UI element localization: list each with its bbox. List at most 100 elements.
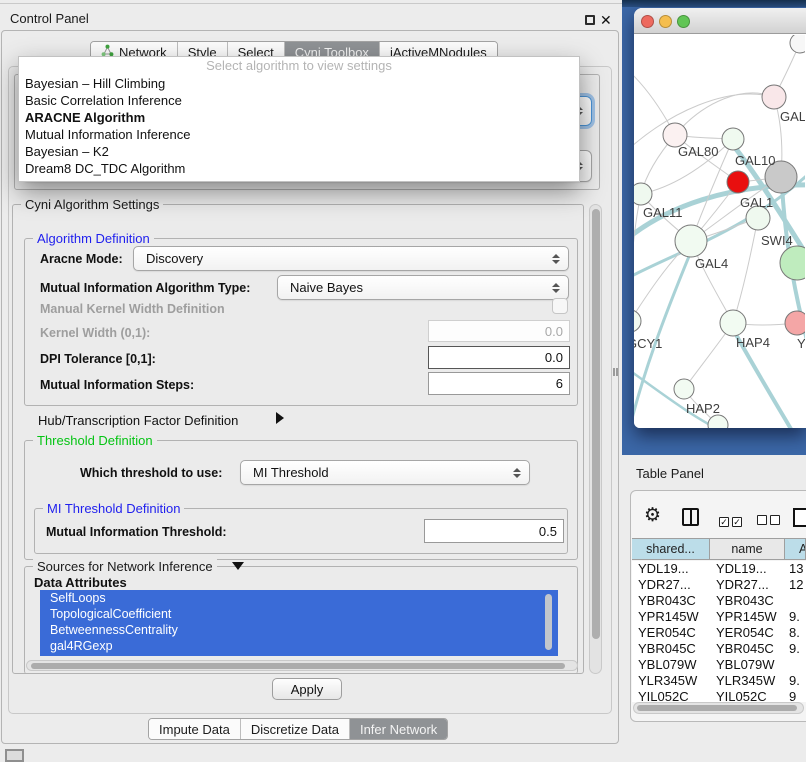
list-scrollbar-thumb[interactable] (545, 594, 552, 650)
column-header-name[interactable]: name (710, 539, 785, 559)
table-cell[interactable]: YIL052C (710, 689, 785, 702)
mi-algorithm-type-combobox[interactable]: Naive Bayes (277, 275, 569, 300)
table-row[interactable]: YBR045CYBR045C9. (632, 641, 806, 657)
data-attribute-item[interactable]: BetweennessCentrality (40, 622, 558, 638)
table-cell[interactable]: 9 (785, 689, 806, 702)
dock-panel-icon[interactable] (5, 749, 24, 762)
collapse-arrow-icon[interactable] (276, 412, 284, 424)
settings-horizontal-scrollbar[interactable] (26, 660, 578, 671)
table-cell[interactable]: 8. (785, 625, 806, 641)
data-attribute-item[interactable]: gal4RGexp (40, 638, 558, 654)
aracne-mode-combobox[interactable]: Discovery (133, 246, 569, 271)
close-icon[interactable]: ✕ (600, 13, 612, 27)
kernel-width-field[interactable]: 0.0 (428, 320, 570, 342)
table-cell[interactable]: YBR045C (632, 641, 710, 657)
window-titlebar[interactable] (634, 8, 806, 34)
table-row[interactable]: YLR345WYLR345W9. (632, 673, 806, 689)
network-node[interactable] (674, 379, 694, 399)
mi-steps-field[interactable]: 6 (428, 372, 570, 395)
settings-vertical-scrollbar[interactable] (589, 204, 602, 674)
table-cell[interactable]: YBL079W (710, 657, 785, 673)
tab-infer-network[interactable]: Infer Network (350, 719, 447, 739)
table-row[interactable]: YIL052CYIL052C9 (632, 689, 806, 702)
network-node[interactable] (727, 171, 749, 193)
table-cell[interactable]: 9. (785, 609, 806, 625)
table-cell[interactable]: YDL19... (710, 561, 785, 577)
network-node[interactable] (785, 311, 805, 335)
table-cell[interactable] (785, 657, 806, 673)
network-edge[interactable] (634, 194, 641, 321)
table-cell[interactable]: YIL052C (632, 689, 710, 702)
column-header-clipped[interactable]: A (785, 539, 806, 559)
unchecked-columns-icon[interactable] (757, 512, 783, 530)
expand-arrow-icon[interactable] (232, 562, 244, 570)
table-row[interactable]: YDR27...YDR27...12 (632, 577, 806, 593)
column-header-shared-name[interactable]: shared... (632, 539, 710, 559)
dpi-tolerance-field[interactable]: 0.0 (428, 346, 570, 369)
page-icon[interactable] (793, 508, 806, 527)
network-node[interactable] (790, 35, 805, 53)
data-attribute-item[interactable]: SelfLoops (40, 590, 558, 606)
table-row[interactable]: YBR043CYBR043C (632, 593, 806, 609)
network-node[interactable] (720, 310, 746, 336)
dropdown-item[interactable]: Mutual Information Inference (19, 126, 579, 143)
network-edge[interactable] (733, 218, 758, 323)
table-cell[interactable]: 13 (785, 561, 806, 577)
which-threshold-combobox[interactable]: MI Threshold (240, 460, 530, 485)
tab-impute-data[interactable]: Impute Data (149, 719, 241, 739)
table-row[interactable]: YPR145WYPR145W9. (632, 609, 806, 625)
table-cell[interactable]: YLR345W (632, 673, 710, 689)
dropdown-item[interactable]: Basic Correlation Inference (19, 92, 579, 109)
zoom-traffic-light[interactable] (677, 15, 690, 28)
manual-kernel-width-checkbox[interactable] (552, 298, 568, 314)
data-attribute-item[interactable]: TopologicalCoefficient (40, 606, 558, 622)
table-cell[interactable]: YPR145W (710, 609, 785, 625)
data-attributes-list[interactable]: SelfLoopsTopologicalCoefficientBetweenne… (40, 590, 558, 656)
apply-button[interactable]: Apply (272, 678, 342, 700)
network-node[interactable] (675, 225, 707, 257)
table-cell[interactable]: YDL19... (632, 561, 710, 577)
table-cell[interactable]: 9. (785, 673, 806, 689)
checked-columns-icon[interactable]: ✓✓ (719, 512, 745, 530)
table-cell[interactable]: YBR043C (710, 593, 785, 609)
table-cell[interactable] (785, 593, 806, 609)
table-cell[interactable]: YDR27... (632, 577, 710, 593)
scrollbar-thumb[interactable] (637, 705, 797, 711)
splitter-handle[interactable] (613, 368, 618, 376)
table-row[interactable]: YBL079WYBL079W (632, 657, 806, 673)
network-node[interactable] (780, 246, 805, 280)
gear-icon[interactable]: ⚙ (644, 506, 661, 526)
scrollbar-thumb[interactable] (31, 663, 565, 669)
table-row[interactable]: YDL19...YDL19...13 (632, 561, 806, 577)
network-node[interactable] (722, 128, 744, 150)
table-cell[interactable]: YBR045C (710, 641, 785, 657)
dropdown-item[interactable]: Dream8 DC_TDC Algorithm (19, 160, 579, 177)
table-cell[interactable]: YBL079W (632, 657, 710, 673)
float-window-icon[interactable] (585, 15, 595, 25)
network-canvas[interactable]: GALGAL80GAL10GAL1GAL11SWI4GAL4GCY1HAP4YH… (634, 35, 806, 428)
close-traffic-light[interactable] (641, 15, 654, 28)
network-node[interactable] (634, 183, 652, 205)
network-node[interactable] (762, 85, 786, 109)
table-row[interactable]: YER054CYER054C8. (632, 625, 806, 641)
table-cell[interactable]: YER054C (710, 625, 785, 641)
table-cell[interactable]: YDR27... (710, 577, 785, 593)
table-cell[interactable]: YPR145W (632, 609, 710, 625)
dropdown-item[interactable]: Bayesian – K2 (19, 143, 579, 160)
table-cell[interactable]: 12 (785, 577, 806, 593)
table-horizontal-scrollbar[interactable] (633, 702, 804, 714)
scrollbar-thumb[interactable] (592, 209, 600, 639)
network-view-window[interactable]: GALGAL80GAL10GAL1GAL11SWI4GAL4GCY1HAP4YH… (634, 8, 806, 428)
network-edge[interactable] (675, 93, 774, 135)
minimize-traffic-light[interactable] (659, 15, 672, 28)
network-node[interactable] (634, 310, 641, 332)
columns-icon[interactable] (682, 508, 699, 526)
table-cell[interactable]: 9. (785, 641, 806, 657)
table-cell[interactable]: YER054C (632, 625, 710, 641)
mi-threshold-field[interactable]: 0.5 (424, 519, 564, 543)
dropdown-item[interactable]: Bayesian – Hill Climbing (19, 75, 579, 92)
dropdown-item[interactable]: ARACNE Algorithm (19, 109, 579, 126)
network-node[interactable] (708, 415, 728, 428)
tab-discretize-data[interactable]: Discretize Data (241, 719, 350, 739)
table-cell[interactable]: YBR043C (632, 593, 710, 609)
